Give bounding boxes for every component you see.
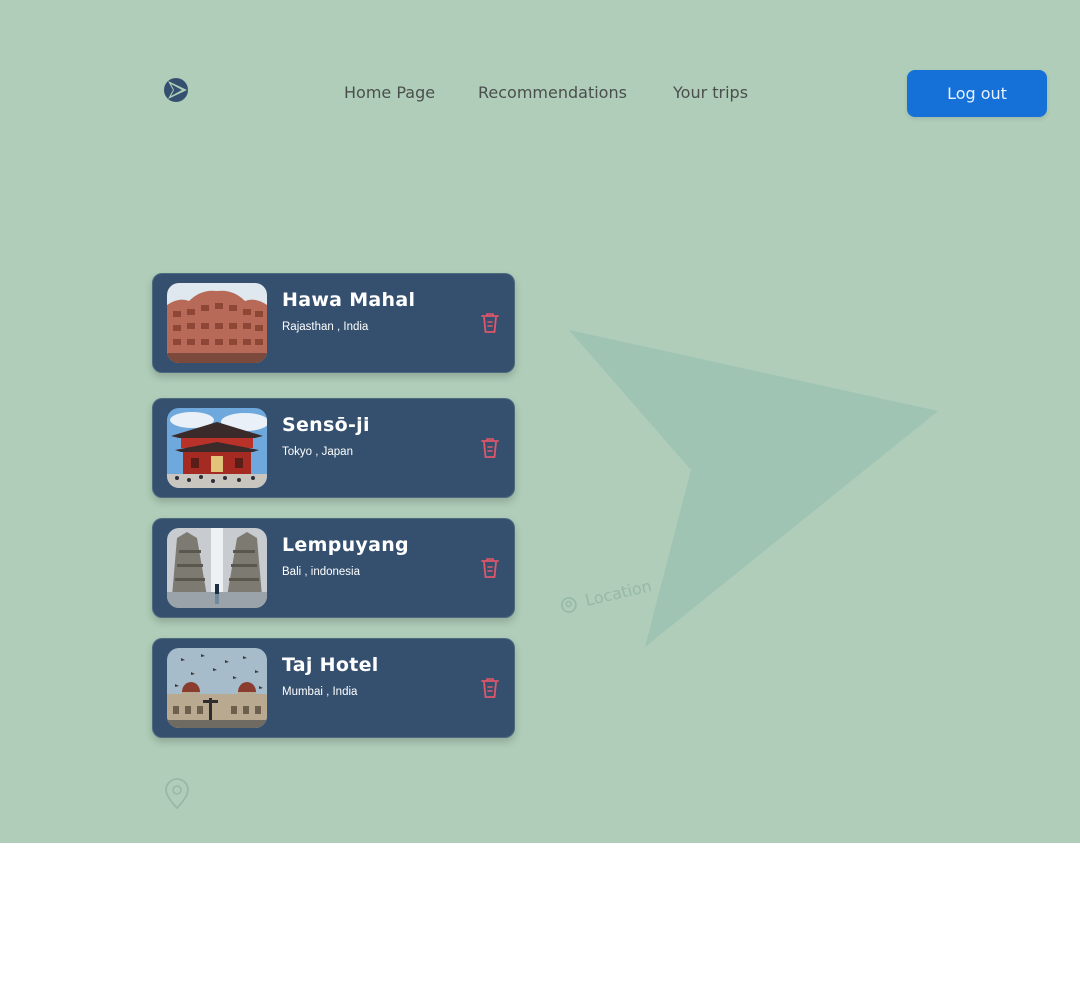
location-pin-icon [165, 778, 189, 810]
trip-title: Taj Hotel [282, 654, 379, 676]
lempuyang-photo [167, 528, 267, 608]
hawa-mahal-photo [167, 283, 267, 363]
taj-hotel-photo [167, 648, 267, 728]
trip-location: Bali , indonesia [282, 566, 360, 578]
delete-trash-icon[interactable] [480, 557, 500, 579]
log-out-button[interactable]: Log out [907, 70, 1047, 117]
trip-title: Sensō-ji [282, 414, 370, 436]
nav-your-trips-link[interactable]: Your trips [673, 83, 748, 102]
delete-trash-icon[interactable] [480, 312, 500, 334]
trip-location: Mumbai , India [282, 686, 358, 698]
play-arrow-logo-icon[interactable] [160, 74, 194, 106]
trip-card[interactable]: Sensō-ji Tokyo , Japan [152, 398, 515, 498]
nav-home-page-link[interactable]: Home Page [344, 83, 435, 102]
delete-trash-icon[interactable] [480, 677, 500, 699]
trip-card[interactable]: Taj Hotel Mumbai , India [152, 638, 515, 738]
trip-card[interactable]: Lempuyang Bali , indonesia [152, 518, 515, 618]
trip-title: Lempuyang [282, 534, 409, 556]
nav-recommendations-link[interactable]: Recommendations [478, 83, 627, 102]
trip-location: Rajasthan , India [282, 321, 369, 333]
senso-ji-photo [167, 408, 267, 488]
trip-card[interactable]: Hawa Mahal Rajasthan , India [152, 273, 515, 373]
trip-location: Tokyo , Japan [282, 446, 353, 458]
trips-page: Location Home Page Recommendations Your … [0, 0, 1080, 843]
location-pin-icon [560, 596, 577, 613]
delete-trash-icon[interactable] [480, 437, 500, 459]
trip-title: Hawa Mahal [282, 289, 416, 311]
